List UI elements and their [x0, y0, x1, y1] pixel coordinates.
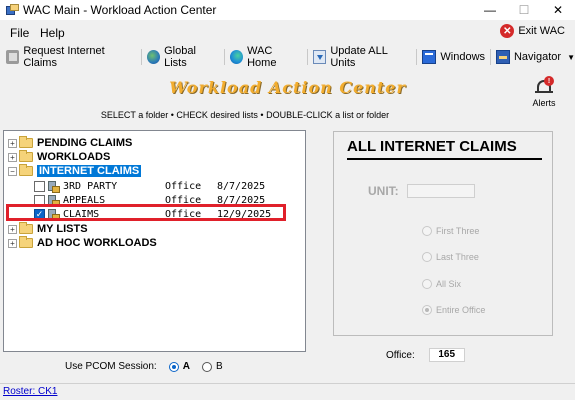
expand-icon[interactable]: + — [8, 138, 17, 148]
folder-label: INTERNET CLAIMS — [37, 165, 142, 177]
tree-folder-my-lists[interactable]: + MY LISTS — [8, 222, 88, 236]
windows-icon — [422, 50, 437, 64]
pcom-session: Use PCOM Session: A B — [65, 361, 223, 372]
pcom-option-a: A — [182, 361, 190, 372]
toolbar-label: Navigator — [513, 51, 562, 63]
toolbar-divider — [223, 49, 225, 65]
app-icon — [6, 3, 19, 17]
office-row: Office: 165 — [386, 348, 465, 362]
option-last-three[interactable]: Last Three — [422, 252, 479, 262]
option-label: Entire Office — [436, 305, 486, 315]
folder-icon — [19, 150, 33, 162]
folder-label: PENDING CLAIMS — [37, 137, 133, 149]
unit-input[interactable] — [406, 184, 475, 198]
toolbar-label: WAC Home — [247, 45, 277, 69]
exit-wac-button[interactable]: ✕ Exit WAC — [500, 24, 565, 38]
toolbar-divider — [490, 49, 491, 65]
wac-home-button[interactable]: WAC Home — [229, 45, 302, 69]
windows-button[interactable]: Windows — [422, 47, 485, 67]
unit-label: UNIT: — [368, 184, 399, 198]
request-icon — [6, 50, 20, 64]
toolbar-divider — [306, 49, 308, 65]
toolbar: Request Internet Claims Global Lists WAC… — [0, 45, 575, 69]
pcom-option-b: B — [215, 361, 223, 372]
option-entire-office[interactable]: Entire Office — [422, 305, 485, 315]
panel-title: ALL INTERNET CLAIMS — [347, 138, 542, 160]
toolbar-divider — [140, 49, 142, 65]
navigator-button[interactable]: Navigator ▼ — [495, 47, 575, 67]
update-icon — [312, 50, 327, 64]
option-label: First Three — [436, 226, 480, 236]
list-office: Office — [165, 180, 202, 192]
pcom-radio-a[interactable] — [168, 361, 179, 372]
alerts-button[interactable]: ! Alerts — [524, 76, 564, 108]
request-internet-claims-button[interactable]: Request Internet Claims — [6, 45, 136, 69]
folder-icon — [19, 222, 33, 234]
folder-label: WORKLOADS — [37, 151, 111, 163]
option-all-six[interactable]: All Six — [422, 279, 461, 289]
menu-file[interactable]: File — [10, 26, 29, 40]
window-title: WAC Main - Workload Action Center — [23, 3, 217, 17]
folder-icon — [19, 236, 33, 248]
menu-help[interactable]: Help — [40, 26, 65, 40]
folder-tree[interactable]: + PENDING CLAIMS + WORKLOADS − INTERNET … — [3, 130, 306, 352]
option-radio[interactable] — [422, 252, 432, 262]
folder-label: MY LISTS — [37, 223, 88, 235]
folder-icon — [19, 136, 33, 148]
exit-label: Exit WAC — [518, 25, 565, 37]
title-bar: WAC Main - Workload Action Center — ☐ ✕ — [0, 0, 575, 20]
expand-icon[interactable]: + — [8, 152, 17, 162]
toolbar-divider — [416, 49, 418, 65]
update-all-units-button[interactable]: Update ALL Units — [312, 45, 412, 69]
list-date: 8/7/2025 — [217, 180, 266, 192]
edge-icon — [229, 50, 244, 64]
option-radio[interactable] — [422, 305, 432, 315]
tree-folder-workloads[interactable]: + WORKLOADS — [8, 150, 110, 164]
option-first-three[interactable]: First Three — [422, 226, 479, 236]
option-label: All Six — [436, 279, 462, 289]
expand-icon[interactable]: + — [8, 224, 17, 234]
alerts-label: Alerts — [532, 98, 556, 108]
unit-row: UNIT: — [368, 184, 475, 198]
list-icon — [47, 180, 60, 193]
option-radio[interactable] — [422, 226, 432, 236]
pcom-radio-b[interactable] — [201, 361, 212, 372]
instructions-text: SELECT a folder • CHECK desired lists • … — [100, 110, 390, 120]
close-button[interactable]: ✕ — [541, 0, 575, 20]
collapse-icon[interactable]: − — [8, 166, 17, 176]
option-label: Last Three — [436, 252, 479, 262]
tree-folder-pending-claims[interactable]: + PENDING CLAIMS — [8, 136, 132, 150]
chevron-down-icon: ▼ — [567, 52, 575, 62]
tree-folder-ad-hoc-workloads[interactable]: + AD HOC WORKLOADS — [8, 236, 157, 250]
folder-label: AD HOC WORKLOADS — [37, 237, 157, 249]
toolbar-label: Windows — [440, 51, 486, 63]
tree-item-3rd-party[interactable]: 3RD PARTY Office 8/7/2025 — [34, 179, 265, 193]
toolbar-label: Update ALL Units — [330, 45, 388, 69]
option-radio[interactable] — [422, 279, 432, 289]
folder-icon — [19, 164, 33, 176]
globe-icon — [146, 50, 161, 64]
tree-folder-internet-claims[interactable]: − INTERNET CLAIMS — [8, 164, 142, 178]
exit-icon: ✕ — [500, 24, 515, 38]
minimize-button[interactable]: — — [473, 0, 507, 20]
pcom-label: Use PCOM Session: — [65, 361, 157, 372]
alert-badge: ! — [544, 76, 554, 86]
menu-bar: File Help ✕ Exit WAC — [0, 22, 575, 44]
list-detail-panel: ALL INTERNET CLAIMS UNIT: First Three La… — [333, 131, 553, 336]
highlight-annotation — [6, 204, 286, 221]
navigator-icon — [495, 50, 510, 64]
office-label: Office: — [386, 349, 415, 361]
roster-link[interactable]: Roster: CK1 — [3, 386, 57, 397]
office-value: 165 — [428, 348, 465, 362]
toolbar-label: Global Lists — [164, 45, 196, 69]
maximize-button[interactable]: ☐ — [507, 0, 541, 20]
list-checkbox[interactable] — [34, 180, 45, 192]
list-name: 3RD PARTY — [63, 180, 118, 192]
toolbar-label: Request Internet Claims — [23, 45, 105, 69]
expand-icon[interactable]: + — [8, 238, 17, 248]
status-bar: Roster: CK1 — [0, 383, 575, 400]
bell-icon: ! — [534, 76, 554, 96]
app-banner: Workload Action Center — [169, 78, 406, 97]
global-lists-button[interactable]: Global Lists — [146, 45, 219, 69]
